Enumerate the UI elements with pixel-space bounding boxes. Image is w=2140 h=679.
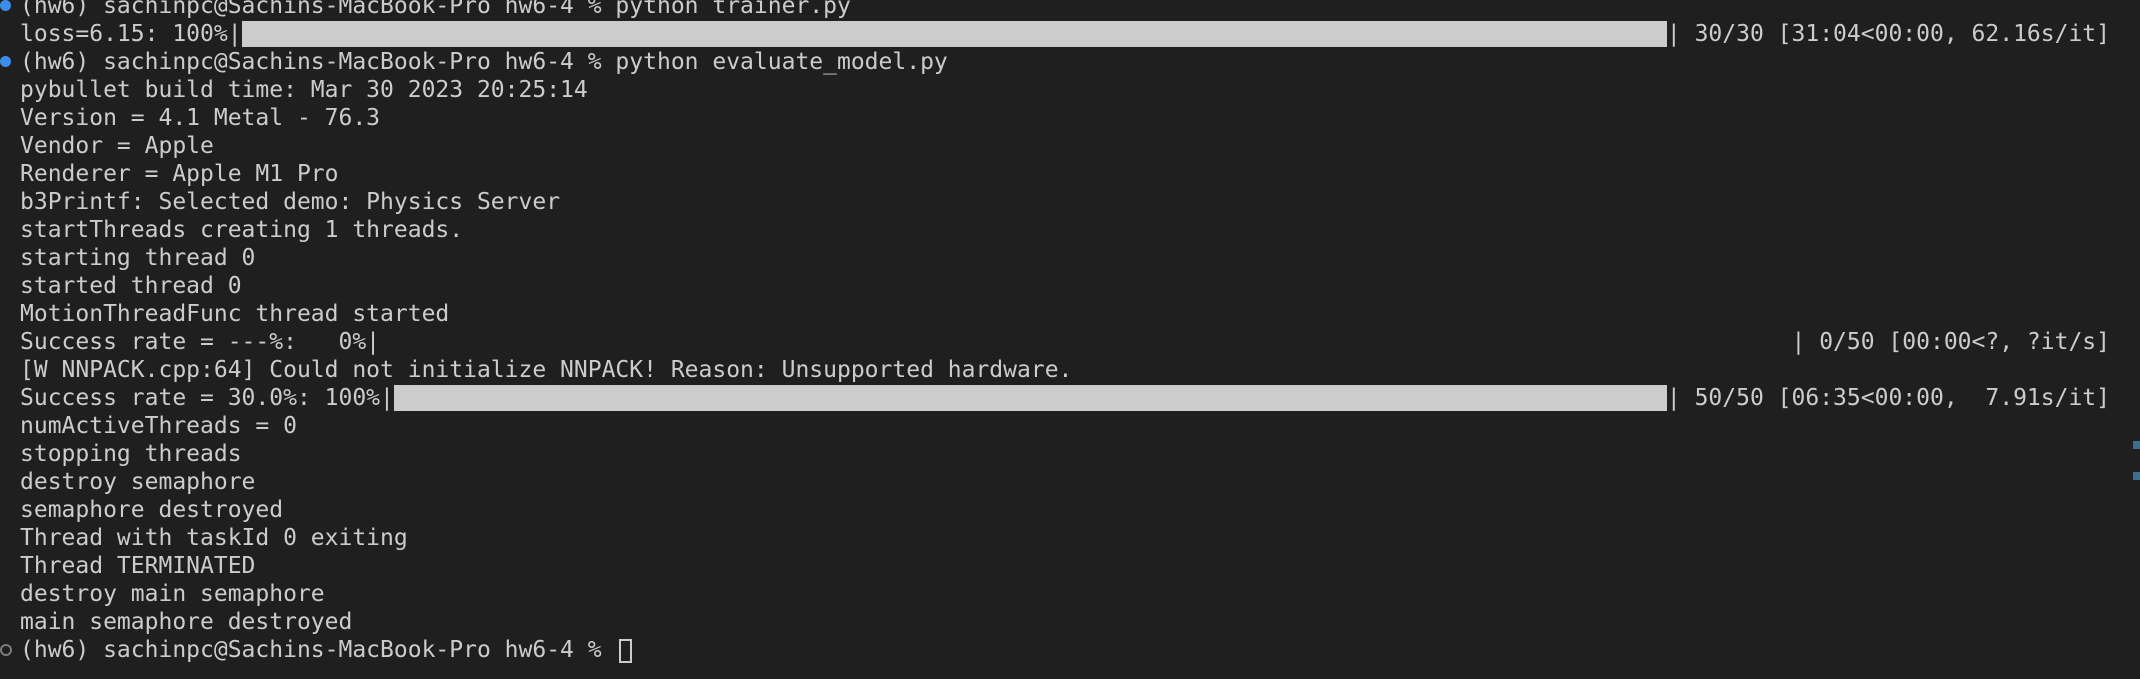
output-line: Renderer = Apple M1 Pro bbox=[20, 161, 339, 187]
output-line: Thread TERMINATED bbox=[20, 553, 256, 579]
output-line: destroy semaphore bbox=[20, 469, 256, 495]
progress-prefix: Success rate = ---%: 0%| bbox=[20, 329, 381, 355]
overview-ruler-marker bbox=[2133, 472, 2140, 480]
progress-line: Success rate = ---%: 0%| | 0/50 [00:00<?,… bbox=[0, 328, 2140, 356]
prompt-line: (hw6) sachinpc@Sachins-MacBook-Pro hw6-4… bbox=[0, 636, 2140, 664]
progress-bar bbox=[393, 385, 1667, 411]
terminal-output: (hw6) sachinpc@Sachins-MacBook-Pro hw6-4… bbox=[0, 0, 2140, 664]
prompt-text: (hw6) sachinpc@Sachins-MacBook-Pro hw6-4… bbox=[20, 637, 616, 663]
progress-bar bbox=[380, 329, 1791, 355]
progress-line: loss=6.15: 100%| | 30/30 [31:04<00:00, 62… bbox=[0, 20, 2140, 48]
output-line: [W NNPACK.cpp:64] Could not initialize N… bbox=[20, 357, 1073, 383]
progress-suffix: | 30/30 [31:04<00:00, 62.16s/it] bbox=[1666, 21, 2110, 47]
progress-line: Success rate = 30.0%: 100%| | 50/50 [06:3… bbox=[0, 384, 2140, 412]
output-line: Thread with taskId 0 exiting bbox=[20, 525, 408, 551]
progress-prefix: Success rate = 30.0%: 100%| bbox=[20, 385, 394, 411]
output-line: Vendor = Apple bbox=[20, 133, 214, 159]
output-line: Version = 4.1 Metal - 76.3 bbox=[20, 105, 381, 131]
terminal-panel[interactable]: (hw6) sachinpc@Sachins-MacBook-Pro hw6-4… bbox=[0, 0, 2140, 664]
output-line: started thread 0 bbox=[20, 273, 242, 299]
prompt-line: (hw6) sachinpc@Sachins-MacBook-Pro hw6-4… bbox=[0, 48, 2140, 76]
prompt-text: (hw6) sachinpc@Sachins-MacBook-Pro hw6-4… bbox=[20, 49, 948, 75]
output-line: MotionThreadFunc thread started bbox=[20, 301, 450, 327]
output-line: numActiveThreads = 0 bbox=[20, 413, 297, 439]
command-decoration-icon[interactable] bbox=[0, 0, 11, 11]
progress-suffix: | 50/50 [06:35<00:00, 7.91s/it] bbox=[1666, 385, 2110, 411]
progress-prefix: loss=6.15: 100%| bbox=[20, 21, 242, 47]
output-line: b3Printf: Selected demo: Physics Server bbox=[20, 189, 561, 215]
output-line: pybullet build time: Mar 30 2023 20:25:1… bbox=[20, 77, 588, 103]
command-decoration-icon[interactable] bbox=[0, 644, 12, 656]
output-line: semaphore destroyed bbox=[20, 497, 284, 523]
prompt-text: (hw6) sachinpc@Sachins-MacBook-Pro hw6-4… bbox=[20, 0, 851, 19]
command-decoration-icon[interactable] bbox=[0, 56, 11, 67]
output-line: main semaphore destroyed bbox=[20, 609, 353, 635]
progress-bar bbox=[241, 21, 1667, 47]
overview-ruler-marker bbox=[2133, 441, 2140, 449]
output-line: destroy main semaphore bbox=[20, 581, 325, 607]
output-line: startThreads creating 1 threads. bbox=[20, 217, 464, 243]
prompt-line: (hw6) sachinpc@Sachins-MacBook-Pro hw6-4… bbox=[0, 0, 2140, 20]
progress-bar-fill bbox=[393, 385, 1667, 411]
output-line: starting thread 0 bbox=[20, 245, 256, 271]
cursor bbox=[619, 638, 633, 663]
output-line: stopping threads bbox=[20, 441, 242, 467]
progress-bar-fill bbox=[241, 21, 1667, 47]
progress-suffix: | 0/50 [00:00<?, ?it/s] bbox=[1791, 329, 2111, 355]
